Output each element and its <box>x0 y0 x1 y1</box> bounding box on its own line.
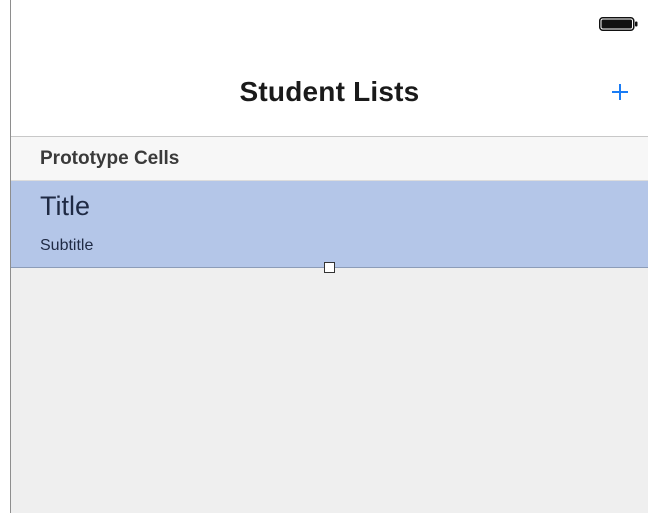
section-header-label: Prototype Cells <box>40 148 180 169</box>
battery-icon <box>599 17 639 31</box>
plus-icon <box>606 78 634 106</box>
add-button[interactable] <box>606 78 634 106</box>
storyboard-canvas: Student Lists Prototype Cells Title Subt… <box>0 0 648 513</box>
cell-resize-handle[interactable] <box>324 262 335 273</box>
navigation-bar: Student Lists <box>11 50 648 137</box>
section-header: Prototype Cells <box>11 137 648 181</box>
table-view: Prototype Cells Title Subtitle <box>11 137 648 513</box>
cell-subtitle: Subtitle <box>40 237 94 254</box>
nav-title: Student Lists <box>239 76 420 107</box>
prototype-cell[interactable]: Title Subtitle <box>11 181 648 268</box>
status-bar <box>11 0 648 50</box>
cell-title: Title <box>40 191 91 221</box>
